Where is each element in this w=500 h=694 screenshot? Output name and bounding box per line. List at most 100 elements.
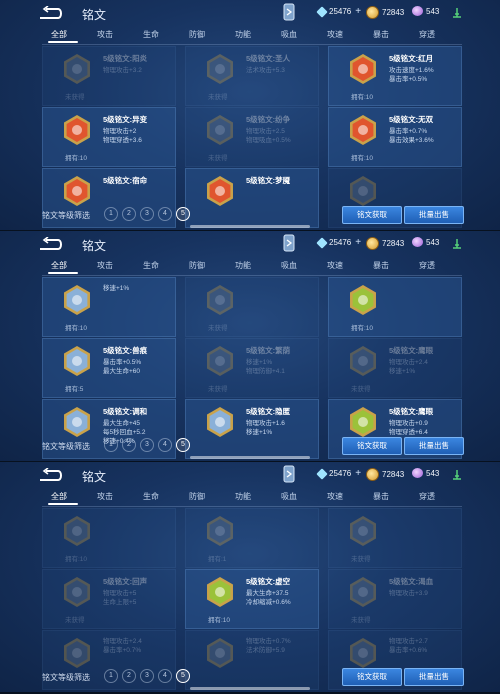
- inscription-card[interactable]: 5级铭文:无双 暴击率+0.7% 暴击效果+3.6% 拥有:10: [328, 107, 462, 167]
- batch-sell-button[interactable]: 批量出售: [404, 668, 464, 686]
- level-filter-5[interactable]: 5: [176, 207, 190, 221]
- tab-4[interactable]: 功能: [226, 260, 260, 271]
- tab-2[interactable]: 生命: [134, 491, 168, 502]
- tab-1[interactable]: 攻击: [88, 29, 122, 40]
- card-owned-count: 未获得: [208, 386, 228, 393]
- inscription-card[interactable]: 移速+1% 拥有:10: [42, 277, 176, 337]
- tab-7[interactable]: 暴击: [364, 491, 398, 502]
- tab-8[interactable]: 穿透: [410, 29, 444, 40]
- tab-1[interactable]: 攻击: [88, 260, 122, 271]
- tab-7[interactable]: 暴击: [364, 260, 398, 271]
- diamond-counter: 25476 +: [316, 236, 361, 249]
- level-filter-4[interactable]: 4: [158, 207, 172, 221]
- inscription-card[interactable]: 5级铭文:纷争 物理攻击+2.5 物理吸血+0.5% 未获得: [185, 107, 319, 167]
- rune-icon: [207, 285, 233, 315]
- level-filter-4[interactable]: 4: [158, 669, 172, 683]
- coin-icon: [366, 468, 379, 481]
- drag-handle[interactable]: [190, 456, 310, 459]
- tab-5[interactable]: 吸血: [272, 491, 306, 502]
- back-icon[interactable]: [38, 468, 64, 482]
- level-filter-2[interactable]: 2: [122, 207, 136, 221]
- tab-3[interactable]: 防御: [180, 491, 214, 502]
- phone-icon[interactable]: [282, 3, 296, 21]
- inscription-card[interactable]: 未获得: [328, 508, 462, 568]
- inscription-card[interactable]: 拥有:1: [185, 508, 319, 568]
- tab-1[interactable]: 攻击: [88, 491, 122, 502]
- level-filter-1[interactable]: 1: [104, 207, 118, 221]
- tab-8[interactable]: 穿透: [410, 491, 444, 502]
- tab-5[interactable]: 吸血: [272, 260, 306, 271]
- level-filter-3[interactable]: 3: [140, 438, 154, 452]
- inscription-card[interactable]: 5级铭文:鹰眼 物理攻击+2.4 移速+1% 未获得: [328, 338, 462, 398]
- tab-3[interactable]: 防御: [180, 260, 214, 271]
- batch-sell-button[interactable]: 批量出售: [404, 437, 464, 455]
- card-name: 5级铭文:鹰眼: [389, 407, 434, 416]
- add-diamond-icon[interactable]: +: [355, 468, 361, 479]
- level-filter-5[interactable]: 5: [176, 438, 190, 452]
- tab-2[interactable]: 生命: [134, 29, 168, 40]
- rune-icon: [64, 577, 90, 607]
- crystal-counter: 543: [412, 6, 439, 16]
- diamond-counter: 25476 +: [316, 467, 361, 480]
- level-filter-4[interactable]: 4: [158, 438, 172, 452]
- level-filter-5[interactable]: 5: [176, 669, 190, 683]
- rune-icon: [64, 346, 90, 376]
- level-filter-1[interactable]: 1: [104, 669, 118, 683]
- tab-7[interactable]: 暴击: [364, 29, 398, 40]
- tab-4[interactable]: 功能: [226, 29, 260, 40]
- inscription-card[interactable]: 未获得: [185, 277, 319, 337]
- crystal-counter: 543: [412, 237, 439, 247]
- back-icon[interactable]: [38, 237, 64, 251]
- tab-8[interactable]: 穿透: [410, 260, 444, 271]
- drag-handle[interactable]: [190, 687, 310, 690]
- tab-6[interactable]: 攻速: [318, 491, 352, 502]
- acquire-button[interactable]: 铭文获取: [342, 437, 402, 455]
- rune-icon: [350, 54, 376, 84]
- add-diamond-icon[interactable]: +: [355, 6, 361, 17]
- tab-5[interactable]: 吸血: [272, 29, 306, 40]
- card-stat: 暴击效果+3.6%: [389, 137, 434, 144]
- drag-handle[interactable]: [190, 225, 310, 228]
- tab-3[interactable]: 防御: [180, 29, 214, 40]
- inscription-card[interactable]: 5级铭文:回声 物理攻击+5 生命上限+5 未获得: [42, 569, 176, 629]
- level-filter-1[interactable]: 1: [104, 438, 118, 452]
- inscription-card[interactable]: 5级铭文:虚空 最大生命+37.5 冷却缩减+0.6% 拥有:10: [185, 569, 319, 629]
- tab-2[interactable]: 生命: [134, 260, 168, 271]
- inscription-card[interactable]: 5级铭文:圣人 法术攻击+5.3 未获得: [185, 46, 319, 106]
- acquire-button[interactable]: 铭文获取: [342, 206, 402, 224]
- inscription-card[interactable]: 拥有:10: [42, 508, 176, 568]
- phone-icon[interactable]: [282, 465, 296, 483]
- tab-6[interactable]: 攻速: [318, 260, 352, 271]
- add-diamond-icon[interactable]: +: [355, 237, 361, 248]
- back-icon[interactable]: [38, 6, 64, 20]
- tab-4[interactable]: 功能: [226, 491, 260, 502]
- inscription-card[interactable]: 5级铭文:渴血 物理攻击+3.9 未获得: [328, 569, 462, 629]
- inscription-card[interactable]: 5级铭文:阳炎 物理攻击+3.2 未获得: [42, 46, 176, 106]
- rune-icon: [64, 407, 90, 437]
- level-filter-3[interactable]: 3: [140, 669, 154, 683]
- level-filter-2[interactable]: 2: [122, 669, 136, 683]
- tab-0[interactable]: 全部: [42, 29, 76, 40]
- card-name: 5级铭文:纷争: [246, 115, 291, 124]
- inscription-card[interactable]: 5级铭文:繁荫 移速+1% 物理防御+4.1 未获得: [185, 338, 319, 398]
- card-name: 5级铭文:鹰眼: [389, 346, 434, 355]
- tab-6[interactable]: 攻速: [318, 29, 352, 40]
- batch-sell-button[interactable]: 批量出售: [404, 206, 464, 224]
- card-owned-count: 拥有:10: [208, 617, 231, 624]
- phone-icon[interactable]: [282, 234, 296, 252]
- level-filter-label: 铭文等级筛选: [42, 211, 90, 220]
- acquire-button[interactable]: 铭文获取: [342, 668, 402, 686]
- tab-0[interactable]: 全部: [42, 491, 76, 502]
- inscription-card[interactable]: 5级铭文:兽痕 暴击率+0.5% 最大生命+60 拥有:5: [42, 338, 176, 398]
- rune-icon: [64, 285, 90, 315]
- level-filter-2[interactable]: 2: [122, 438, 136, 452]
- inscription-card[interactable]: 拥有:10: [328, 277, 462, 337]
- card-stat: 移速+1%: [389, 368, 416, 375]
- rune-icon: [350, 407, 376, 437]
- inscription-card[interactable]: 5级铭文:红月 攻击速度+1.6% 暴击率+0.5% 拥有:10: [328, 46, 462, 106]
- card-stat: 物理防御+4.1: [246, 368, 285, 375]
- level-filter-3[interactable]: 3: [140, 207, 154, 221]
- rune-icon: [207, 516, 233, 546]
- inscription-card[interactable]: 5级铭文:异变 物理攻击+2 物理穿透+3.6 拥有:10: [42, 107, 176, 167]
- tab-0[interactable]: 全部: [42, 260, 76, 271]
